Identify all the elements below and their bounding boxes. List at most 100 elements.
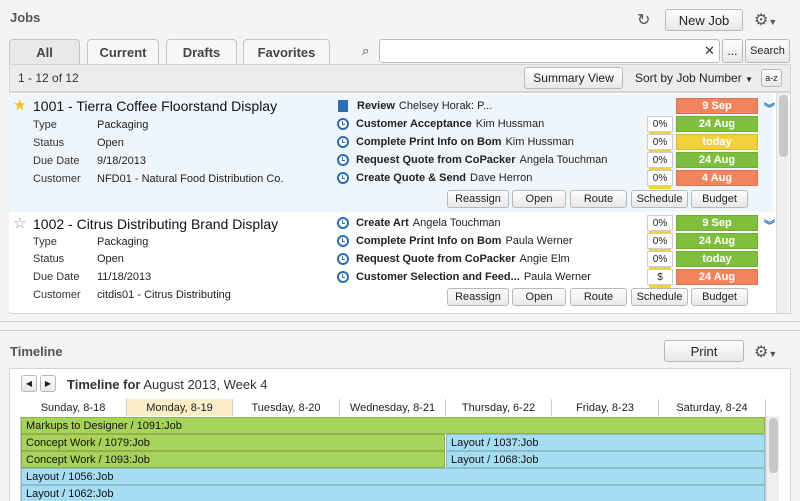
field-label: Status [33,253,65,265]
field-label: Status [33,137,65,149]
task-row[interactable]: Complete Print Info on Bom Paula Werner [337,235,573,247]
task-row[interactable]: Customer Selection and Feed... Paula Wern… [337,271,591,283]
search-icon: ⌕ [362,43,370,58]
open-button[interactable]: Open [512,190,566,208]
task-name: Request Quote from CoPacker [356,154,516,166]
task-due-badge: today [676,251,758,267]
chevron-left-icon: ◀ [25,379,33,388]
timeline-scrollbar[interactable] [766,416,779,501]
tab-current[interactable]: Current [87,39,159,64]
summary-view-button[interactable]: Summary View [524,67,623,89]
search-input[interactable] [379,39,720,63]
task-row[interactable]: Request Quote from CoPacker Angela Touchm… [337,154,607,166]
route-button[interactable]: Route [570,190,627,208]
open-button[interactable]: Open [512,288,566,306]
task-progress: 0% [647,152,673,171]
task-due-badge: 24 Aug [676,152,758,168]
task-progress: 0% [647,134,673,153]
task-name: Complete Print Info on Bom [356,235,502,247]
job-list-scrollbar[interactable] [776,93,789,313]
field-label: Due Date [33,155,80,167]
timeline-bar[interactable]: Markups to Designer / 1091:Job [21,417,765,434]
timeline-bar[interactable]: Concept Work / 1079:Job [21,434,445,451]
clock-icon [337,154,349,166]
sort-dropdown[interactable]: Sort by Job Number ▼ [635,71,753,85]
schedule-button[interactable]: Schedule [631,190,688,208]
job-card[interactable]: ☆ 1002 - Citrus Distributing Brand Displ… [9,212,775,312]
task-due-badge: 24 Aug [676,269,758,285]
field-value: Open [97,137,124,149]
task-person: Paula Werner [505,235,573,247]
tab-favorites[interactable]: Favorites [243,39,330,64]
day-header: Sunday, 8-18 [20,399,127,416]
task-person: Angela Touchman [412,217,501,229]
field-value: Packaging [97,119,149,131]
scrollbar-thumb[interactable] [779,95,788,157]
task-person: Dave Herron [470,172,533,184]
chevron-right-icon: ▶ [44,379,52,388]
print-button[interactable]: Print [664,340,744,362]
job-title[interactable]: 1002 - Citrus Distributing Brand Display [33,216,278,232]
task-row[interactable]: Request Quote from CoPacker Angie Elm [337,253,570,265]
search-more-button[interactable]: ... [722,39,743,63]
task-row[interactable]: Customer Acceptance Kim Hussman [337,118,544,130]
timeline-bar[interactable]: Concept Work / 1093:Job [21,451,445,468]
task-row[interactable]: Create Quote & Send Dave Herron [337,172,532,184]
prev-week-button[interactable]: ◀ [21,375,37,392]
job-card[interactable]: ★ 1001 - Tierra Coffee Floorstand Displa… [9,94,775,212]
budget-indicator: $ [647,269,673,288]
field-value: Packaging [97,236,149,248]
document-icon [338,100,348,112]
timeline-bar[interactable]: Layout / 1037:Job [446,434,765,451]
expand-chevron-icon[interactable]: ︾ [764,217,775,233]
task-person: Paula Werner [523,271,591,283]
clock-icon [337,253,349,265]
timeline-heading-label: Timeline for [67,377,141,392]
day-header: Saturday, 8-24 [659,399,766,416]
favorite-star-icon[interactable]: ★ [13,96,26,114]
task-name: Customer Selection and Feed... [356,271,520,283]
task-row[interactable]: Create Art Angela Touchman [337,217,501,229]
schedule-button[interactable]: Schedule [631,288,688,306]
jobs-title: Jobs [10,10,41,25]
clock-icon [337,271,349,283]
job-count: 1 - 12 of 12 [18,71,79,85]
field-value: citdis01 - Citrus Distributing [97,289,231,301]
timeline-bar[interactable]: Layout / 1068:Job [446,451,765,468]
day-header: Thursday, 6-22 [446,399,552,416]
tab-all[interactable]: All [9,39,80,64]
task-name: Create Art [356,217,409,229]
task-row[interactable]: Review Chelsey Horak: P... [337,100,492,112]
timeline-bar[interactable]: Layout / 1062:Job [21,485,765,501]
task-progress: 0% [647,170,673,189]
search-button[interactable]: Search [745,39,790,63]
task-progress: 0% [647,116,673,135]
next-week-button[interactable]: ▶ [40,375,56,392]
budget-button[interactable]: Budget [691,190,748,208]
field-value: 11/18/2013 [97,271,152,283]
job-title[interactable]: 1001 - Tierra Coffee Floorstand Display [33,98,277,114]
jobs-settings-gear-icon[interactable]: ⚙▼ [754,10,777,30]
timeline-title: Timeline [10,344,63,359]
reassign-button[interactable]: Reassign [447,288,509,306]
budget-button[interactable]: Budget [691,288,748,306]
task-row[interactable]: Complete Print Info on Bom Kim Hussman [337,136,574,148]
timeline-settings-gear-icon[interactable]: ⚙▼ [754,342,777,362]
route-button[interactable]: Route [570,288,627,306]
clear-search-icon[interactable]: ✕ [704,43,715,59]
reassign-button[interactable]: Reassign [447,190,509,208]
task-name: Customer Acceptance [356,118,472,130]
sort-label: Sort by Job Number [635,71,742,85]
task-person: Chelsey Horak: P... [398,100,493,112]
sort-direction-button[interactable]: a-z [761,69,782,87]
expand-chevron-icon[interactable]: ︾ [764,100,775,116]
tab-drafts[interactable]: Drafts [166,39,237,64]
task-due-badge: 24 Aug [676,233,758,249]
new-job-button[interactable]: New Job [665,9,743,31]
chevron-down-icon: ▼ [745,75,753,84]
timeline-bar[interactable]: Layout / 1056:Job [21,468,765,485]
scrollbar-thumb[interactable] [769,418,778,473]
task-progress: 0% [647,215,673,234]
refresh-icon[interactable]: ↻ [637,10,650,30]
favorite-star-icon[interactable]: ☆ [13,214,26,232]
